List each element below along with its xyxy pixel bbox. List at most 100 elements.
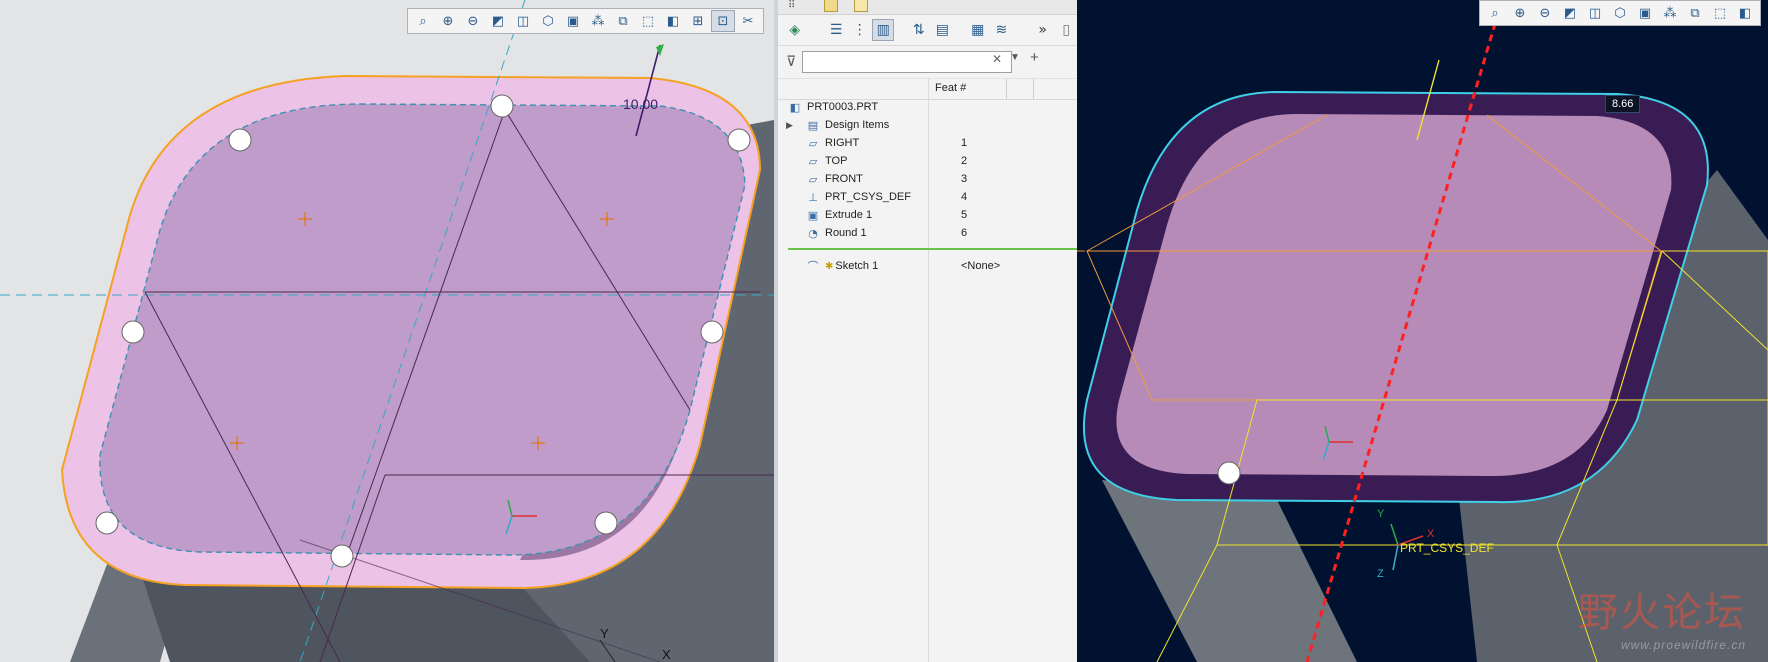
right-model-scene bbox=[1077, 0, 1768, 662]
tree-filter-row: ⊽ ✕ ▼ + bbox=[778, 46, 1077, 78]
section-icon[interactable]: ◧ bbox=[661, 10, 685, 32]
zoom-in-icon[interactable]: ⊕ bbox=[1508, 2, 1532, 24]
tree-root-item[interactable]: ◧ PRT0003.PRT bbox=[788, 99, 878, 115]
tree-layout-icon[interactable]: ⠿ bbox=[788, 0, 795, 11]
graphics-window-right[interactable]: 8.66 PRT_CSYS_DEF Y X Z ⌕ ⊕ ⊖ ◩ ◫ ⬡ ▣ ⁂ ⧉ ⬚ ◧ 野火论坛… bbox=[1077, 0, 1768, 662]
annotation-display-icon[interactable]: ⧉ bbox=[611, 10, 635, 32]
tree-item[interactable]: ▶ ▤ Design Items bbox=[786, 117, 1066, 133]
tree-details-icon[interactable]: ▦ bbox=[967, 19, 989, 41]
tree-item-label: Extrude 1 bbox=[825, 209, 873, 221]
model-tree-panel: ⠿ ◈ ☰ ⋮ ▥ ⇅ ▤ ▦ ≋ » ▯ ⊽ ✕ ▼ + Feat # ◧ P… bbox=[774, 0, 1078, 662]
saved-orientations-icon[interactable]: ⬡ bbox=[536, 10, 560, 32]
axis-label-z-right: Z bbox=[1377, 568, 1384, 580]
tree-item-label: Design Items bbox=[825, 119, 890, 131]
search-dropdown-icon[interactable]: ▼ bbox=[1010, 52, 1020, 63]
watermark-url: www.proewildfire.cn bbox=[1620, 638, 1746, 652]
add-filter-icon[interactable]: + bbox=[1030, 49, 1039, 66]
favorites-tab-icon[interactable] bbox=[854, 0, 868, 12]
tree-columns-icon[interactable]: ▥ bbox=[872, 19, 895, 41]
display-style-icon[interactable]: ◫ bbox=[1583, 2, 1607, 24]
insert-here-line[interactable] bbox=[788, 248, 1078, 250]
view-manager-icon[interactable]: ▣ bbox=[561, 10, 585, 32]
tree-item[interactable]: ⊥ PRT_CSYS_DEF 4 bbox=[806, 189, 1066, 205]
folder-tab-icon[interactable] bbox=[824, 0, 838, 12]
datum-plane-icon: ▱ bbox=[808, 154, 818, 168]
perspective-icon[interactable]: ⬚ bbox=[1708, 2, 1732, 24]
zoom-in-icon[interactable]: ⊕ bbox=[436, 10, 460, 32]
view-manager-icon[interactable]: ▣ bbox=[1633, 2, 1657, 24]
expand-arrow-icon[interactable]: ▶ bbox=[786, 120, 793, 131]
annotation-display-icon[interactable]: ⧉ bbox=[1683, 2, 1707, 24]
layers-icon[interactable]: ≋ bbox=[991, 19, 1013, 41]
axis-label-y-left: Y bbox=[600, 626, 609, 641]
tree-item-label: PRT_CSYS_DEF bbox=[825, 191, 911, 203]
repaint-icon[interactable]: ◩ bbox=[1558, 2, 1582, 24]
graphics-window-left[interactable]: 10.00 Y X ⌕ ⊕ ⊖ ◩ ◫ ⬡ ▣ ⁂ ⧉ ⬚ ◧ ⊞ ⊡ ✂ bbox=[0, 0, 774, 662]
right-inner-face[interactable] bbox=[1116, 114, 1672, 477]
section-icon[interactable]: ◧ bbox=[1733, 2, 1757, 24]
dimension-value-left[interactable]: 10.00 bbox=[623, 96, 658, 112]
tree-indent-icon[interactable]: ⋮ bbox=[849, 19, 871, 41]
display-style-icon[interactable]: ◫ bbox=[511, 10, 535, 32]
spin-center-icon[interactable]: ⊞ bbox=[686, 10, 710, 32]
tree-top-strip: ⠿ bbox=[778, 0, 1077, 15]
axis-label-x-right: X bbox=[1427, 528, 1435, 540]
tree-item-feat: 5 bbox=[961, 209, 968, 221]
tree-item-sketch-1[interactable]: ⌒ ✱ Sketch 1 <None> bbox=[806, 258, 1066, 274]
show-icon[interactable]: ◈ bbox=[784, 19, 806, 41]
tree-search-input[interactable] bbox=[802, 51, 1013, 73]
filter-funnel-icon: ⊽ bbox=[786, 54, 797, 70]
tree-item[interactable]: ▱ FRONT 3 bbox=[806, 171, 1066, 187]
tree-item[interactable]: ▱ RIGHT 1 bbox=[806, 135, 1066, 151]
tree-item-label: RIGHT bbox=[825, 137, 860, 149]
forum-watermark: 野火论坛 www.proewildfire.cn bbox=[1578, 580, 1746, 652]
tree-root-label: PRT0003.PRT bbox=[807, 101, 879, 113]
tree-item-feat: 2 bbox=[961, 155, 968, 167]
tree-item-label: Sketch 1 bbox=[835, 260, 879, 272]
tree-item-feat: 1 bbox=[961, 137, 968, 149]
axis-label-x-left: X bbox=[662, 647, 671, 662]
zoom-out-icon[interactable]: ⊖ bbox=[461, 10, 485, 32]
datum-plane-icon: ▱ bbox=[808, 172, 818, 186]
tree-item[interactable]: ▣ Extrude 1 5 bbox=[806, 207, 1066, 223]
tree-item-feat: 4 bbox=[961, 191, 968, 203]
csys-label[interactable]: PRT_CSYS_DEF bbox=[1400, 541, 1494, 555]
tree-item-label: FRONT bbox=[825, 173, 863, 185]
tree-item[interactable]: ▱ TOP 2 bbox=[806, 153, 1066, 169]
right-front-wall bbox=[1102, 480, 1357, 662]
sketch-display-icon[interactable]: ✂ bbox=[736, 10, 760, 32]
tree-item-label: Round 1 bbox=[825, 227, 867, 239]
more-chevron-icon[interactable]: » bbox=[1032, 19, 1054, 41]
tree-filter-settings-icon[interactable]: ⇅ bbox=[908, 19, 930, 41]
part-icon: ◧ bbox=[789, 100, 801, 114]
tree-item-feat: 6 bbox=[961, 227, 968, 239]
design-items-icon: ▤ bbox=[807, 118, 819, 132]
tree-columns-settings-icon[interactable]: ▤ bbox=[932, 19, 954, 41]
tree-item[interactable]: ◔ Round 1 6 bbox=[806, 225, 1066, 241]
extrude-icon: ▣ bbox=[807, 208, 819, 222]
page-icon[interactable]: ▯ bbox=[1055, 19, 1077, 41]
refit-icon[interactable]: ⌕ bbox=[1483, 2, 1507, 24]
clear-search-icon[interactable]: ✕ bbox=[992, 52, 1002, 66]
dimension-value-right[interactable]: 8.66 bbox=[1605, 95, 1641, 113]
saved-orientations-icon[interactable]: ⬡ bbox=[1608, 2, 1632, 24]
tree-list-icon[interactable]: ☰ bbox=[825, 19, 847, 41]
right-view-toolbar: ⌕ ⊕ ⊖ ◩ ◫ ⬡ ▣ ⁂ ⧉ ⬚ ◧ bbox=[1479, 0, 1761, 26]
feat-number-column-header[interactable]: Feat # bbox=[935, 82, 966, 94]
zoom-out-icon[interactable]: ⊖ bbox=[1533, 2, 1557, 24]
datum-display-icon[interactable]: ⁂ bbox=[586, 10, 610, 32]
inner-pocket-face[interactable] bbox=[99, 103, 746, 556]
datum-display-icon[interactable]: ⁂ bbox=[1658, 2, 1682, 24]
repaint-icon[interactable]: ◩ bbox=[486, 10, 510, 32]
csys-icon: ⊥ bbox=[808, 190, 818, 204]
refit-icon[interactable]: ⌕ bbox=[411, 10, 435, 32]
sketch-icon: ⌒ bbox=[807, 260, 819, 273]
tree-item-feat: 3 bbox=[961, 173, 968, 185]
sketch-view-icon[interactable]: ⊡ bbox=[711, 10, 735, 32]
right-round-handle[interactable] bbox=[1217, 461, 1241, 485]
not-regenerated-icon: ✱ bbox=[825, 260, 834, 272]
datum-plane-icon: ▱ bbox=[808, 136, 818, 150]
perspective-icon[interactable]: ⬚ bbox=[636, 10, 660, 32]
left-view-toolbar: ⌕ ⊕ ⊖ ◩ ◫ ⬡ ▣ ⁂ ⧉ ⬚ ◧ ⊞ ⊡ ✂ bbox=[407, 8, 764, 34]
tree-toolbar: ◈ ☰ ⋮ ▥ ⇅ ▤ ▦ ≋ » ▯ bbox=[778, 15, 1077, 46]
